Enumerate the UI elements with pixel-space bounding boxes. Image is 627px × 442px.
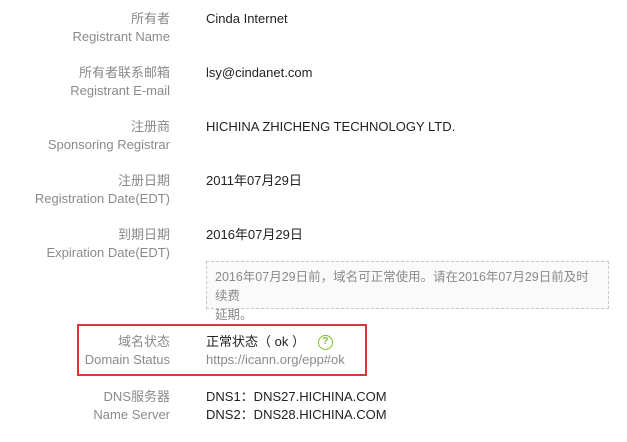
registrant-label-en: Registrant Name [72,29,170,44]
registrar-label-en: Sponsoring Registrar [47,137,170,152]
expiration-notice-line2: 延期。 [215,308,253,322]
registrant-label-cn: 所有者 [130,11,170,26]
email-label-cn: 所有者联系邮箱 [78,65,170,80]
name-server-label: DNS服务器 Name Server [93,388,170,424]
expiration-notice: 2016年07月29日前，域名可正常使用。请在2016年07月29日前及时续费 … [206,261,609,322]
domain-status-text: 正常状态（ ok ） [206,334,305,349]
expiration-notice-line1: 2016年07月29日前，域名可正常使用。请在2016年07月29日前及时续费 [215,270,589,303]
domain-status-value: 正常状态（ ok ） ? https://icann.org/epp#ok [206,333,345,369]
expiration-date-label: 到期日期 Expiration Date(EDT) [46,226,170,262]
registrar-label-cn: 注册商 [130,119,170,134]
email-label-en: Registrant E-mail [70,83,170,98]
registration-date-label: 注册日期 Registration Date(EDT) [35,172,170,208]
expiration-date-value: 2016年07月29日 [206,227,303,242]
name-server-label-en: Name Server [93,407,170,422]
registration-date-label-cn: 注册日期 [117,173,170,188]
name-server-value: DNS1：DNS27.HICHINA.COM DNS2：DNS28.HICHIN… [206,388,387,424]
domain-status-label: 域名状态 Domain Status [85,333,170,369]
domain-status-label-en: Domain Status [84,352,170,367]
expiration-date-label-cn: 到期日期 [117,227,170,242]
registrar-label: 注册商 Sponsoring Registrar [48,118,170,154]
name-server-1: DNS1：DNS27.HICHINA.COM [206,389,387,404]
registrar-value: HICHINA ZHICHENG TECHNOLOGY LTD. [206,119,456,134]
registrant-label: 所有者 Registrant Name [72,10,170,46]
registrant-value: Cinda Internet [206,11,288,26]
registration-date-label-en: Registration Date(EDT) [34,191,170,206]
name-server-label-cn: DNS服务器 [103,389,170,404]
name-server-2: DNS2：DNS28.HICHINA.COM [206,407,387,422]
domain-status-label-cn: 域名状态 [117,334,170,349]
expiration-date-label-en: Expiration Date(EDT) [46,245,170,260]
email-label: 所有者联系邮箱 Registrant E-mail [70,64,170,100]
registration-date-value: 2011年07月29日 [206,173,302,188]
domain-status-link[interactable]: https://icann.org/epp#ok [206,351,345,369]
email-value: lsy@cindanet.com [206,65,313,80]
question-circle-icon[interactable]: ? [317,334,333,350]
